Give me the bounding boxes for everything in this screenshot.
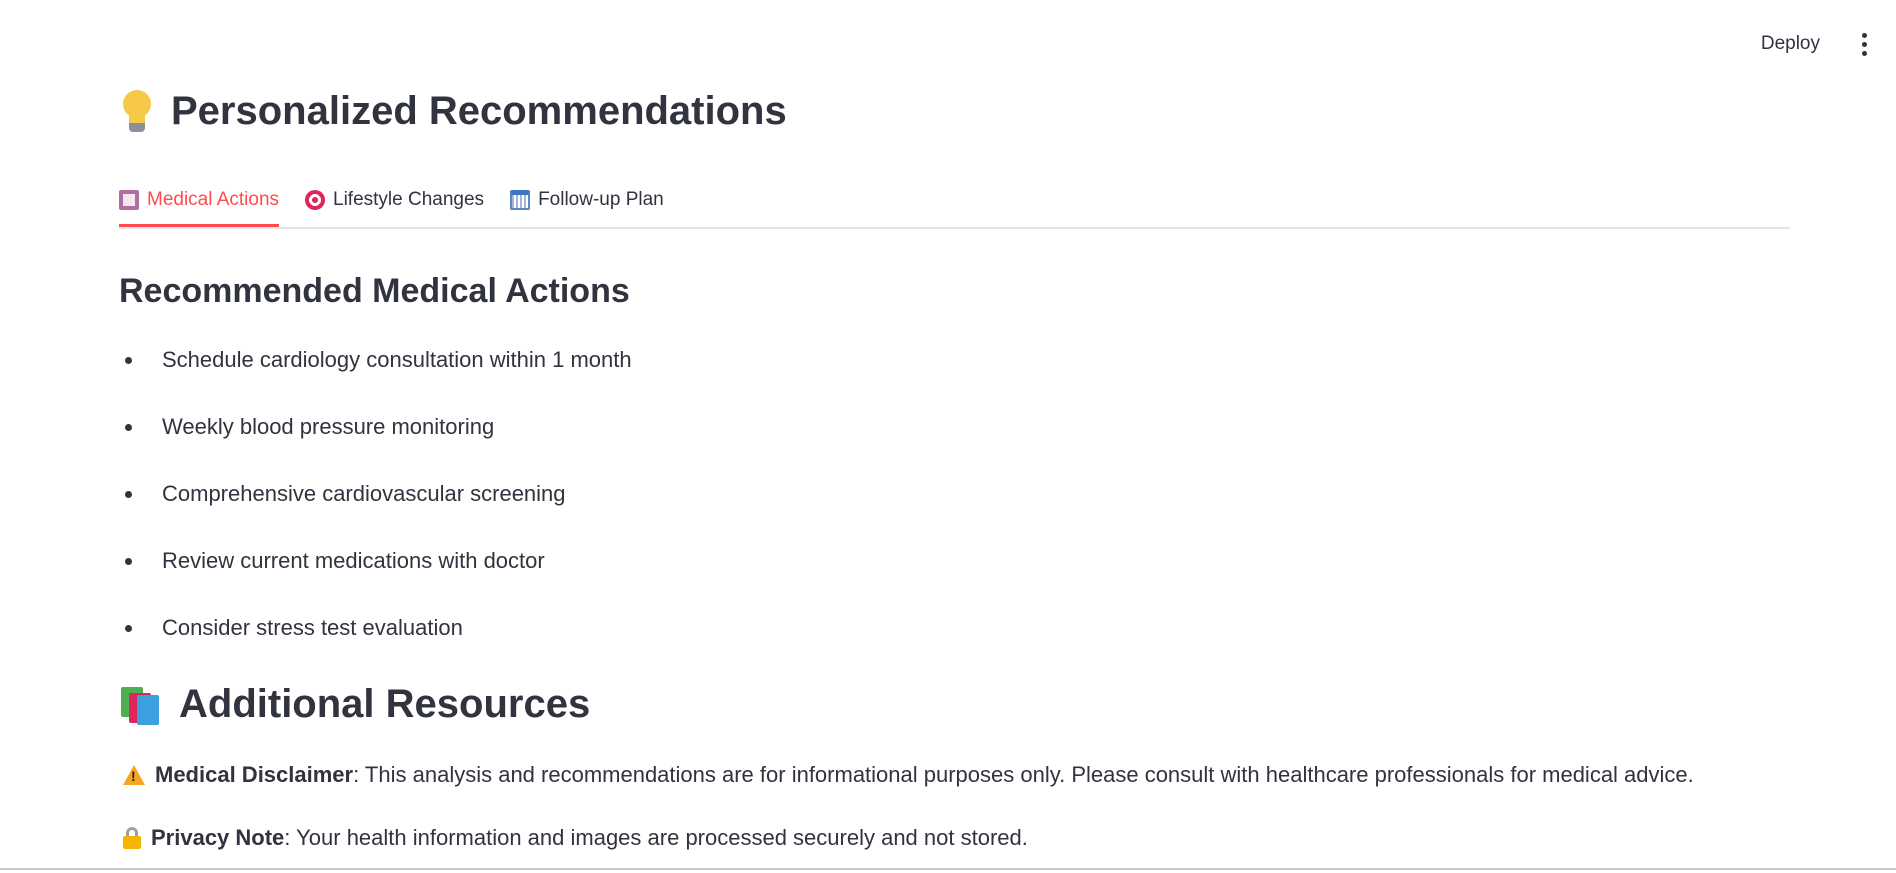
lightbulb-icon xyxy=(119,88,155,134)
header-toolbar: Deploy xyxy=(1755,28,1874,60)
clipboard-icon xyxy=(119,190,139,210)
tab-bar: Medical Actions Lifestyle Changes Follow… xyxy=(119,178,1790,229)
section-heading: Recommended Medical Actions xyxy=(119,272,630,310)
medical-disclaimer: Medical Disclaimer: This analysis and re… xyxy=(123,762,1694,788)
list-item: Comprehensive cardiovascular screening xyxy=(119,474,632,541)
page-title-text: Personalized Recommendations xyxy=(171,88,787,133)
books-icon xyxy=(119,685,163,725)
target-icon xyxy=(305,190,326,210)
tab-label: Follow-up Plan xyxy=(538,189,664,210)
lock-icon xyxy=(123,827,141,849)
disclaimer-text: : This analysis and recommendations are … xyxy=(353,762,1694,787)
privacy-label: Privacy Note xyxy=(151,825,285,850)
deploy-button[interactable]: Deploy xyxy=(1755,29,1826,59)
resources-title: Additional Resources xyxy=(119,682,590,727)
tab-label: Medical Actions xyxy=(147,189,280,210)
disclaimer-label: Medical Disclaimer xyxy=(155,762,354,787)
resources-title-text: Additional Resources xyxy=(179,682,591,726)
more-vertical-icon[interactable] xyxy=(1854,28,1874,60)
tab-medical-actions[interactable]: Medical Actions xyxy=(119,178,280,227)
privacy-text: : Your health information and images are… xyxy=(284,825,1028,850)
tab-label: Lifestyle Changes xyxy=(333,189,485,210)
list-item: Weekly blood pressure monitoring xyxy=(119,407,632,474)
app-page: Deploy Personalized Recommendations Medi… xyxy=(0,0,1896,873)
tab-follow-up-plan[interactable]: Follow-up Plan xyxy=(510,178,664,222)
list-item: Consider stress test evaluation xyxy=(119,608,632,675)
warning-icon xyxy=(123,765,145,785)
list-item: Review current medications with doctor xyxy=(119,541,632,608)
privacy-note: Privacy Note: Your health information an… xyxy=(123,825,1028,851)
tab-lifestyle-changes[interactable]: Lifestyle Changes xyxy=(305,178,484,222)
medical-actions-list: Schedule cardiology consultation within … xyxy=(119,340,632,675)
divider xyxy=(0,868,1896,870)
page-title: Personalized Recommendations xyxy=(119,88,787,134)
list-item: Schedule cardiology consultation within … xyxy=(119,340,632,407)
calendar-icon xyxy=(510,190,531,210)
